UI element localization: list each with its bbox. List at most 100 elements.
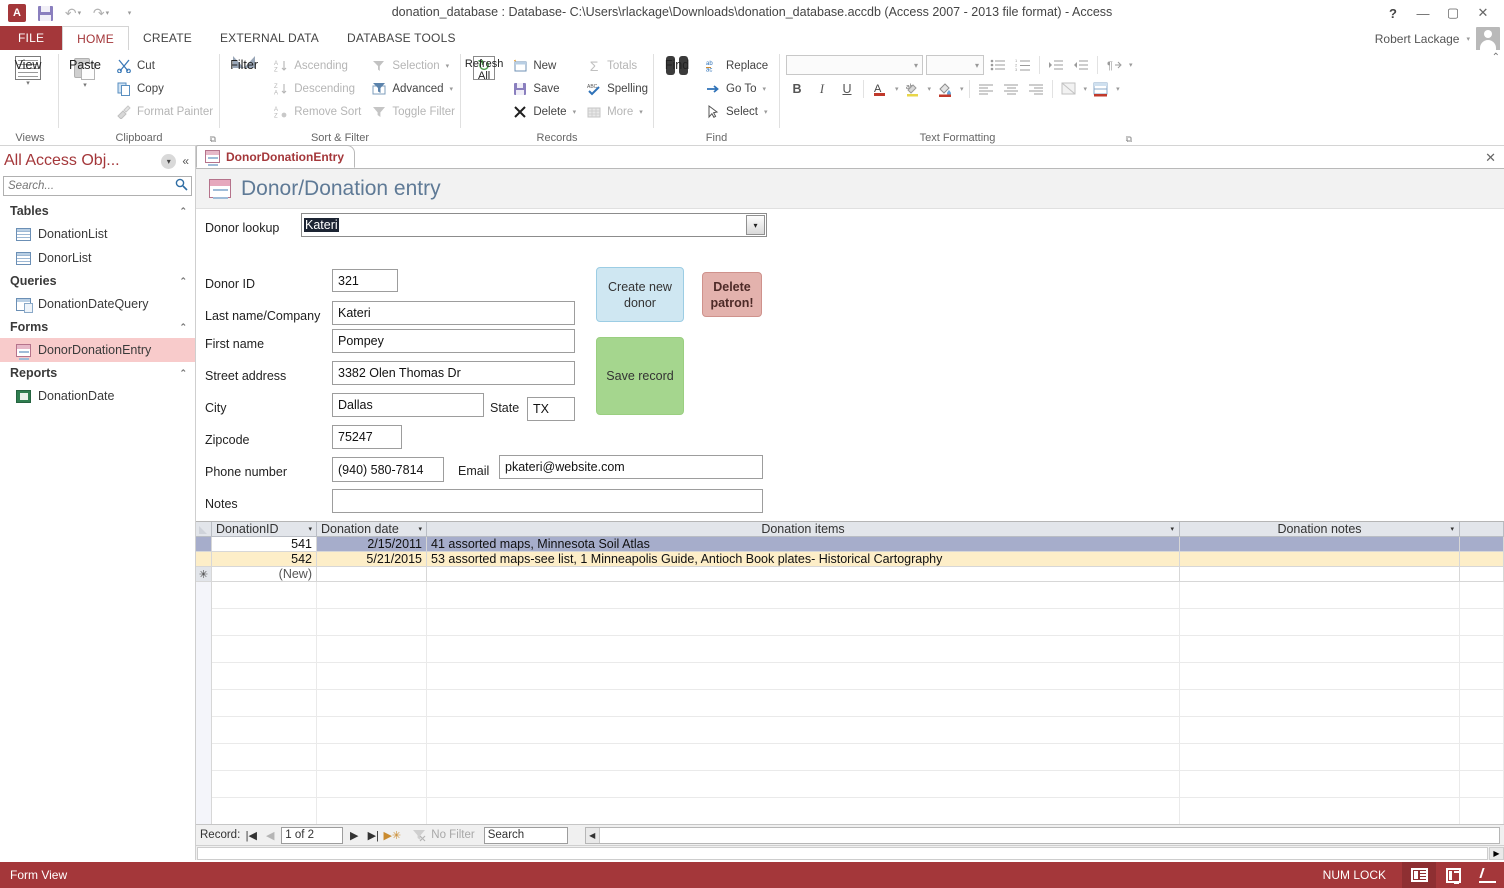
font-size-combo[interactable]: ▾ [926, 55, 984, 75]
selection-caret-icon[interactable]: ▾ [446, 62, 450, 70]
redo-icon[interactable]: ↷ ▾ [88, 2, 114, 24]
nav-search-box[interactable] [3, 176, 192, 196]
cell-donationid[interactable]: 542 [212, 552, 317, 567]
column-header-donation-date[interactable]: Donation date ▾ [317, 522, 427, 536]
alternate-fill-icon[interactable] [1090, 78, 1112, 100]
column-header-donation-notes[interactable]: Donation notes ▾ [1180, 522, 1460, 536]
form-view-button[interactable] [1402, 862, 1436, 888]
indent-decrease-icon[interactable] [1070, 54, 1092, 76]
state-field[interactable]: TX [527, 397, 575, 421]
paste-button[interactable]: Paste ▾ [59, 54, 111, 89]
align-left-icon[interactable] [975, 78, 997, 100]
copy-button[interactable]: Copy [111, 78, 218, 100]
chevron-down-icon[interactable]: ▾ [161, 153, 177, 169]
chevron-down-icon[interactable]: ▾ [1450, 525, 1454, 533]
phone-number-field[interactable]: (940) 580-7814 [332, 457, 444, 482]
row-selector[interactable] [196, 537, 212, 552]
datasheet-search-input[interactable]: Search [483, 826, 568, 844]
layout-view-button[interactable] [1436, 862, 1470, 888]
text-formatting-dialog-launcher[interactable]: ⧉ [1126, 134, 1132, 145]
first-name-field[interactable]: Pompey [332, 329, 575, 353]
zipcode-field[interactable]: 75247 [332, 425, 402, 449]
nav-group-tables[interactable]: Tables ⌃ [0, 200, 195, 222]
go-to-caret-icon[interactable]: ▾ [762, 85, 766, 93]
advanced-caret-icon[interactable]: ▾ [450, 85, 454, 93]
font-name-combo[interactable]: ▾ [786, 55, 923, 75]
scrollbar-track[interactable] [197, 846, 1488, 860]
select-button[interactable]: Select ▾ [700, 101, 773, 123]
highlight-caret-icon[interactable]: ▾ [928, 85, 932, 93]
nav-group-forms[interactable]: Forms ⌃ [0, 316, 195, 338]
alternate-fill-caret-icon[interactable]: ▾ [1116, 85, 1120, 93]
cell-donation-notes[interactable] [1180, 552, 1460, 567]
tab-file[interactable]: FILE [0, 26, 63, 50]
table-row[interactable]: 541 2/15/2011 41 assorted maps, Minnesot… [196, 537, 1504, 552]
row-selector[interactable] [196, 552, 212, 567]
customize-qat-icon[interactable]: ▾ [116, 2, 142, 24]
font-color-caret-icon[interactable]: ▾ [895, 85, 899, 93]
text-direction-icon[interactable]: ¶ [1103, 54, 1125, 76]
delete-caret-icon[interactable]: ▾ [573, 108, 577, 116]
search-icon[interactable] [171, 178, 191, 194]
ascending-button[interactable]: AZ Ascending [268, 55, 366, 77]
gridlines-caret-icon[interactable]: ▾ [1084, 85, 1088, 93]
chevron-down-icon[interactable]: ▾ [1170, 525, 1174, 533]
clipboard-dialog-launcher[interactable]: ⧉ [210, 134, 216, 145]
gridlines-icon[interactable] [1058, 78, 1080, 100]
undo-caret[interactable]: ▾ [78, 9, 82, 17]
chevron-up-icon[interactable]: ⌃ [179, 206, 187, 217]
sidebar-item-donordonationentry[interactable]: DonorDonationEntry [0, 338, 195, 362]
nav-group-reports[interactable]: Reports ⌃ [0, 362, 195, 384]
maximize-button[interactable]: ▢ [1438, 3, 1468, 23]
totals-button[interactable]: Σ Totals [581, 55, 653, 77]
new-record-button[interactable]: New [507, 55, 581, 77]
close-icon[interactable]: ✕ [1485, 150, 1496, 166]
chevron-down-icon[interactable]: ▾ [308, 525, 312, 533]
help-button[interactable]: ? [1378, 3, 1408, 23]
first-record-button[interactable]: |◀ [243, 827, 259, 844]
nav-group-queries[interactable]: Queries ⌃ [0, 270, 195, 292]
delete-record-button[interactable]: Delete ▾ [507, 101, 581, 123]
fill-color-icon[interactable] [934, 78, 956, 100]
remove-sort-button[interactable]: AZ Remove Sort [268, 101, 366, 123]
save-record-form-button[interactable]: Save record [596, 337, 684, 415]
tab-external-data[interactable]: EXTERNAL DATA [206, 26, 333, 50]
search-input[interactable] [4, 179, 171, 193]
table-row-new[interactable]: ✳ (New) [196, 567, 1504, 582]
chevron-down-icon[interactable]: ▾ [746, 215, 765, 235]
go-to-button[interactable]: Go To ▾ [700, 78, 773, 100]
bullets-icon[interactable] [987, 54, 1009, 76]
scroll-left-button[interactable]: ◀ [585, 827, 600, 843]
format-painter-button[interactable]: Format Painter [111, 101, 218, 123]
next-record-button[interactable]: ▶ [346, 827, 362, 844]
last-record-button[interactable]: ▶| [365, 827, 381, 844]
align-right-icon[interactable] [1025, 78, 1047, 100]
table-row[interactable]: 542 5/21/2015 53 assorted maps-see list,… [196, 552, 1504, 567]
document-tab-donordonationentry[interactable]: DonorDonationEntry [196, 145, 355, 168]
cell-donation-notes[interactable] [1180, 537, 1460, 552]
redo-caret[interactable]: ▾ [106, 9, 110, 17]
cell-donation-items[interactable] [427, 567, 1180, 582]
highlight-icon[interactable]: ab [902, 78, 924, 100]
no-filter-indicator[interactable]: No Filter [411, 827, 475, 843]
save-icon[interactable] [32, 2, 58, 24]
tab-home[interactable]: HOME [62, 26, 129, 50]
design-view-button[interactable] [1470, 862, 1504, 888]
cell-donationid[interactable]: 541 [212, 537, 317, 552]
view-button[interactable]: View ▾ [2, 54, 54, 87]
close-button[interactable]: ✕ [1468, 3, 1498, 23]
ribbon-collapse-icon[interactable]: ⌃ [1492, 52, 1500, 63]
horizontal-scrollbar[interactable]: ◀ [584, 826, 1500, 844]
scroll-right-button[interactable]: ▶ [1489, 846, 1504, 860]
sidebar-item-donationdatequery[interactable]: DonationDateQuery [0, 292, 195, 316]
numbering-icon[interactable]: 123 [1012, 54, 1034, 76]
cell-donation-notes[interactable] [1180, 567, 1460, 582]
notes-field[interactable] [332, 489, 763, 513]
avatar[interactable] [1476, 27, 1500, 51]
sidebar-item-donorlist[interactable]: DonorList [0, 246, 195, 270]
tab-database-tools[interactable]: DATABASE TOOLS [333, 26, 470, 50]
sidebar-item-donationlist[interactable]: DonationList [0, 222, 195, 246]
column-header-donation-items[interactable]: Donation items ▾ [427, 522, 1180, 536]
select-caret-icon[interactable]: ▾ [764, 108, 768, 116]
italic-button[interactable]: I [811, 78, 833, 100]
